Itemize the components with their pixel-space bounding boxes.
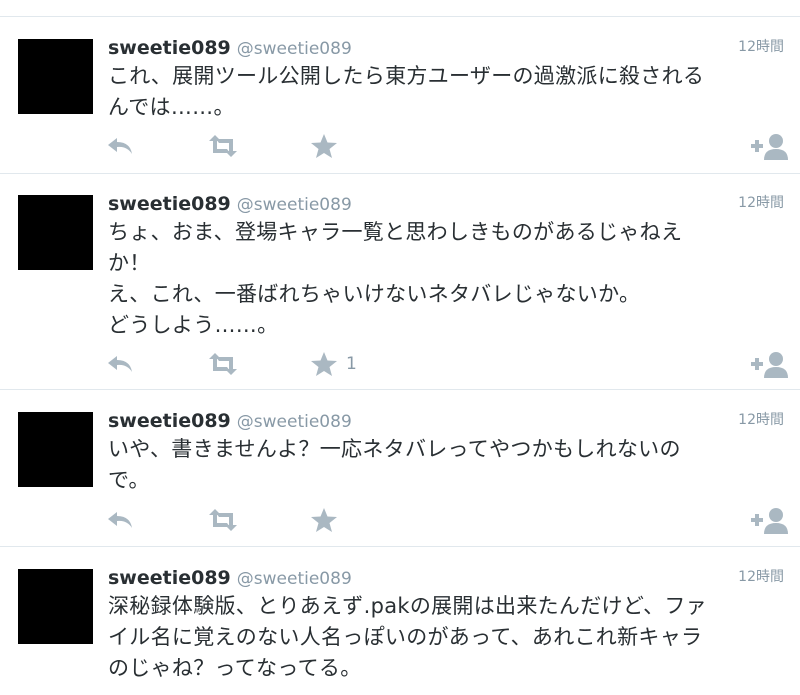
user-name[interactable]: sweetie089: [108, 193, 231, 215]
reply-button[interactable]: [105, 505, 135, 535]
user-name[interactable]: sweetie089: [108, 37, 231, 59]
favorite-button[interactable]: [310, 131, 346, 161]
tweet-header: sweetie089 @sweetie089: [108, 193, 352, 215]
retweet-button[interactable]: [205, 131, 241, 161]
tweet-text: いや、書きませんよ？一応ネタバレってやつかもしれないの で。: [108, 437, 681, 492]
user-handle[interactable]: @sweetie089: [237, 195, 352, 215]
avatar[interactable]: [18, 569, 93, 644]
tweet-actions: [105, 505, 795, 535]
star-icon: [311, 134, 337, 158]
favorite-count: 1: [346, 354, 357, 374]
user-handle[interactable]: @sweetie089: [237, 569, 352, 589]
tweet: sweetie089 @sweetie089 12時間 いや、書きませんよ？一応ネ…: [0, 390, 800, 547]
reply-icon: [108, 356, 132, 372]
retweet-button[interactable]: [205, 349, 241, 379]
user-handle[interactable]: @sweetie089: [237, 412, 352, 432]
tweet-text: ちょ、おま、登場キャラ一覧と思わしきものがあるじゃねえ か！ え、これ、一番ばれ…: [108, 220, 683, 337]
timestamp[interactable]: 12時間: [738, 566, 784, 586]
tweet-text: 深秘録体験版、とりあえず.pakの展開は出来たんだけど、ファ イル名に覚えのない…: [108, 594, 707, 680]
tweet-actions: [105, 131, 795, 161]
follow-icon: [751, 508, 788, 534]
retweet-button[interactable]: [205, 505, 241, 535]
user-name[interactable]: sweetie089: [108, 410, 231, 432]
retweet-icon: [209, 509, 237, 531]
follow-button[interactable]: [751, 349, 791, 379]
reply-icon: [108, 512, 132, 528]
star-icon: [311, 508, 337, 532]
user-name[interactable]: sweetie089: [108, 567, 231, 589]
timestamp[interactable]: 12時間: [738, 192, 784, 212]
retweet-icon: [209, 135, 237, 157]
follow-icon: [751, 134, 788, 160]
tweet-actions: 1: [105, 349, 795, 379]
reply-button[interactable]: [105, 131, 135, 161]
favorite-button[interactable]: [310, 505, 346, 535]
user-handle[interactable]: @sweetie089: [237, 39, 352, 59]
reply-icon: [108, 138, 132, 154]
tweet: sweetie089 @sweetie089 12時間 深秘録体験版、とりあえず.…: [0, 547, 800, 695]
tweet-header: sweetie089 @sweetie089: [108, 410, 352, 432]
timestamp[interactable]: 12時間: [738, 36, 784, 56]
tweet: sweetie089 @sweetie089 12時間 ちょ、おま、登場キャラ一覧…: [0, 173, 800, 390]
follow-icon: [751, 352, 788, 378]
avatar[interactable]: [18, 412, 93, 487]
avatar[interactable]: [18, 195, 93, 270]
favorite-button[interactable]: 1: [310, 349, 357, 379]
follow-button[interactable]: [751, 505, 791, 535]
star-icon: [311, 352, 337, 376]
tweet-timeline: sweetie089 @sweetie089 12時間 これ、展開ツール公開したら…: [0, 0, 800, 695]
tweet-header: sweetie089 @sweetie089: [108, 567, 352, 589]
tweet-text: これ、展開ツール公開したら東方ユーザーの過激派に殺される んでは……。: [108, 64, 705, 119]
retweet-icon: [209, 353, 237, 375]
tweet-header: sweetie089 @sweetie089: [108, 37, 352, 59]
timestamp[interactable]: 12時間: [738, 409, 784, 429]
tweet: sweetie089 @sweetie089 12時間 これ、展開ツール公開したら…: [0, 16, 800, 174]
avatar[interactable]: [18, 39, 93, 114]
reply-button[interactable]: [105, 349, 135, 379]
follow-button[interactable]: [751, 131, 791, 161]
